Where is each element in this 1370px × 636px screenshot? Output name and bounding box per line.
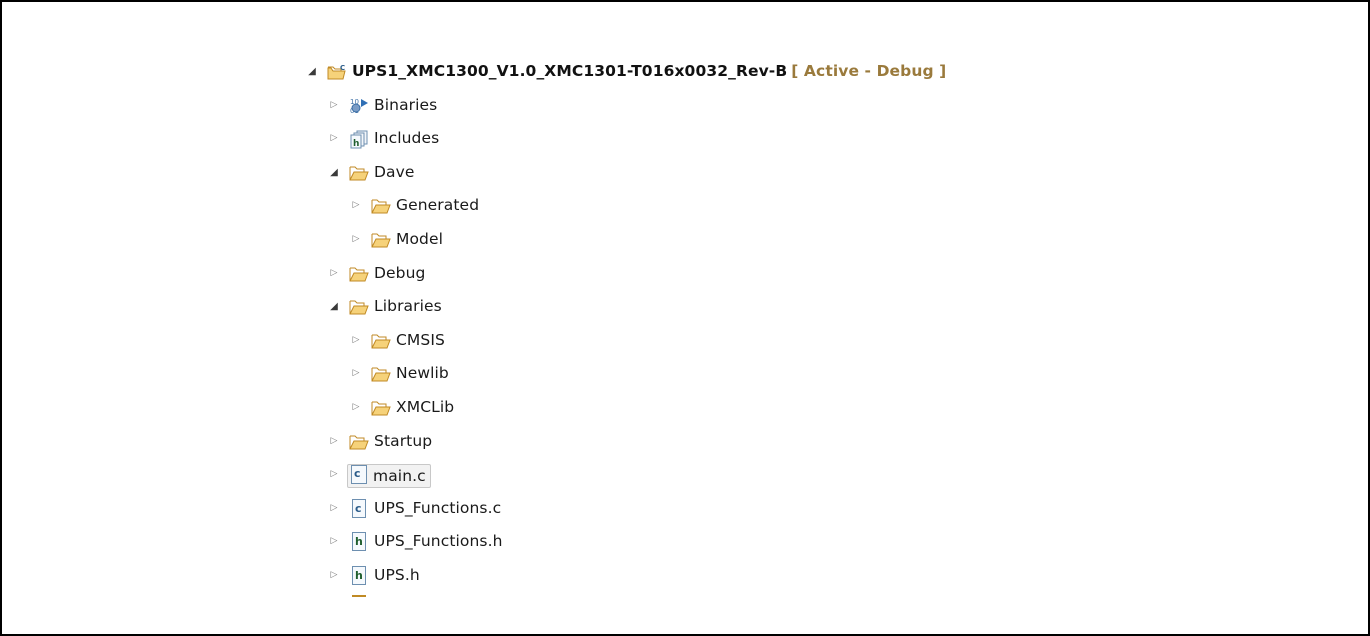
tree-label: UPS.h [374, 565, 420, 584]
expand-arrow-icon[interactable]: ▷ [328, 559, 340, 593]
tree-item-binaries[interactable]: ▷ 10 01 Binaries [306, 89, 1206, 123]
tree-item-main-c[interactable]: ▷ c main.c [306, 458, 1206, 492]
tree-label: UPS_Functions.c [374, 498, 502, 517]
tree-label: Newlib [396, 364, 449, 383]
tree-label: Libraries [374, 297, 442, 316]
tree-label: UPS_Functions.h [374, 532, 503, 551]
expand-arrow-icon[interactable]: ▷ [328, 257, 340, 291]
tree-label: Model [396, 229, 444, 248]
folder-open-icon [371, 334, 391, 349]
tree-item-startup[interactable]: ▷ Startup [306, 425, 1206, 459]
project-explorer-tree: ◢ C UPS1_XMC1300_V1.0_XMC1301-T016x0032_… [306, 55, 1206, 605]
collapse-arrow-icon[interactable]: ◢ [328, 156, 340, 190]
h-file-icon: h [352, 532, 366, 552]
partial-icon [352, 594, 366, 603]
svg-text:C: C [340, 64, 345, 72]
tree-item-model[interactable]: ▷ Model [306, 223, 1206, 257]
active-config-badge: [ Active - Debug ] [791, 62, 947, 80]
binaries-icon: 10 01 [350, 98, 368, 115]
tree-label: Generated [396, 196, 480, 215]
tree-item-ups-functions-c[interactable]: ▷ c UPS_Functions.c [306, 492, 1206, 526]
c-file-icon: c [351, 465, 367, 485]
tree-item-cmsis[interactable]: ▷ CMSIS [306, 324, 1206, 358]
expand-arrow-icon[interactable]: ▷ [328, 122, 340, 156]
tree-label: Dave [374, 162, 415, 181]
folder-open-icon [349, 166, 369, 181]
tree-item-ups-functions-h[interactable]: ▷ h UPS_Functions.h [306, 525, 1206, 559]
expand-arrow-icon[interactable]: ▷ [350, 391, 362, 425]
expand-arrow-icon[interactable]: ▷ [328, 492, 340, 526]
tree-item-debug[interactable]: ▷ Debug [306, 257, 1206, 291]
expand-arrow-icon[interactable]: ▷ [350, 223, 362, 257]
folder-open-icon [371, 199, 391, 214]
tree-item-includes[interactable]: ▷ h Includes [306, 122, 1206, 156]
folder-open-icon [349, 435, 369, 450]
collapse-arrow-icon[interactable]: ◢ [328, 290, 340, 324]
tree-item-xmclib[interactable]: ▷ XMCLib [306, 391, 1206, 425]
tree-label: Binaries [374, 95, 438, 114]
folder-open-icon [349, 300, 369, 315]
tree-item-dave[interactable]: ◢ Dave [306, 156, 1206, 190]
tree-label: main.c [373, 467, 426, 486]
tree-item-project-root[interactable]: ◢ C UPS1_XMC1300_V1.0_XMC1301-T016x0032_… [306, 55, 1206, 89]
project-name: UPS1_XMC1300_V1.0_XMC1301-T016x0032_Rev-… [352, 55, 946, 89]
expand-arrow-icon[interactable]: ▷ [328, 425, 340, 459]
expand-arrow-icon[interactable]: ▷ [350, 189, 362, 223]
tree-item-generated[interactable]: ▷ Generated [306, 189, 1206, 223]
expand-arrow-icon[interactable]: ▷ [328, 89, 340, 123]
tree-label: Includes [374, 129, 440, 148]
h-file-icon: h [352, 565, 366, 585]
expand-arrow-icon[interactable]: ▷ [350, 357, 362, 391]
includes-icon: h [350, 130, 368, 149]
project-folder-icon: C [327, 64, 346, 80]
tree-item-ups-h[interactable]: ▷ h UPS.h [306, 559, 1206, 593]
tree-item-newlib[interactable]: ▷ Newlib [306, 357, 1206, 391]
tree-item-partial [306, 593, 1206, 605]
expand-arrow-icon[interactable]: ▷ [328, 525, 340, 559]
tree-label: XMCLib [396, 397, 455, 416]
svg-text:h: h [353, 139, 359, 149]
project-title: UPS1_XMC1300_V1.0_XMC1301-T016x0032_Rev-… [352, 62, 788, 80]
tree-label: Debug [374, 263, 426, 282]
selected-item-highlight: c main.c [347, 464, 431, 489]
tree-label: CMSIS [396, 330, 445, 349]
tree-item-libraries[interactable]: ◢ Libraries [306, 290, 1206, 324]
tree-label: Startup [374, 431, 433, 450]
folder-open-icon [349, 267, 369, 282]
expand-arrow-icon[interactable]: ▷ [328, 458, 340, 492]
collapse-arrow-icon[interactable]: ◢ [306, 55, 318, 89]
folder-open-icon [371, 367, 391, 382]
expand-arrow-icon[interactable]: ▷ [350, 324, 362, 358]
folder-open-icon [371, 233, 391, 248]
c-file-icon: c [352, 498, 366, 518]
folder-open-icon [371, 401, 391, 416]
